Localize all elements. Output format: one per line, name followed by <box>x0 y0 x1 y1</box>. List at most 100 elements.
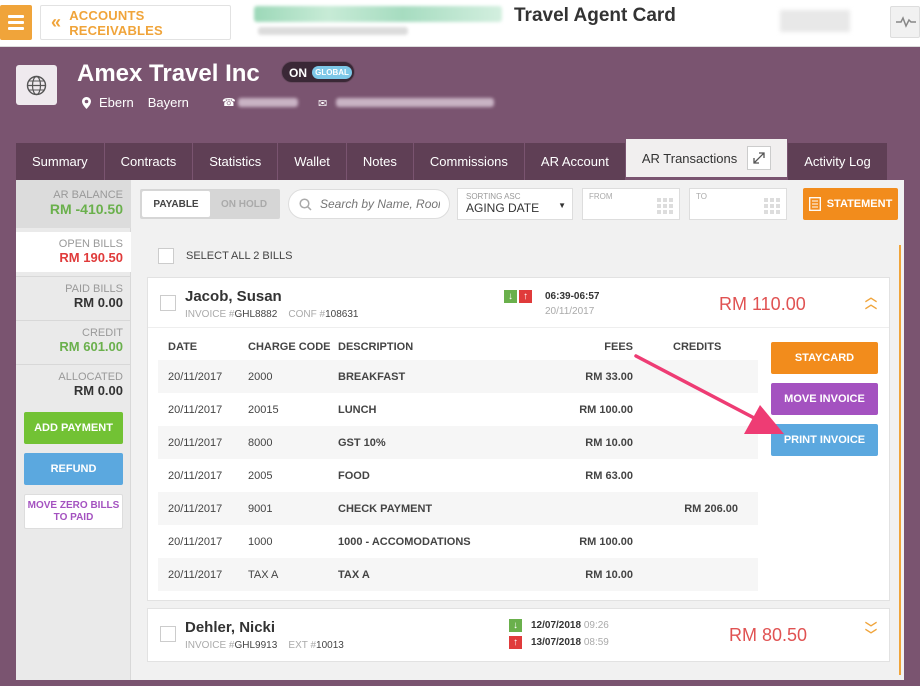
cell-date: 20/11/2017 <box>168 502 223 515</box>
cell-credits: RM 206.00 <box>684 502 738 515</box>
credit-value: RM 601.00 <box>59 339 123 354</box>
bill-header[interactable]: Dehler, Nicki INVOICE #GHL9913 EXT #1001… <box>148 609 889 659</box>
cell-date: 20/11/2017 <box>168 370 223 383</box>
cell-charge-code: 8000 <box>248 436 273 449</box>
print-invoice-button[interactable]: PRINT INVOICE <box>771 424 878 456</box>
cell-charge-code: 1000 <box>248 535 273 548</box>
tab-statistics[interactable]: Statistics <box>193 143 278 180</box>
document-icon <box>808 197 821 211</box>
table-row: 20/11/2017 8000 GST 10% RM 10.00 <box>158 426 758 459</box>
agent-location: Ebern Bayern <box>82 95 189 110</box>
credit-label: CREDIT <box>82 327 123 339</box>
table-body: 20/11/2017 2000 BREAKFAST RM 33.00 20/11/201… <box>158 360 758 591</box>
paid-bills-value: RM 0.00 <box>73 295 123 310</box>
ext-label: EXT # <box>288 640 317 651</box>
col-fees: FEES <box>604 341 633 353</box>
arrival-time: 09:26 <box>583 620 609 631</box>
guest-name: Dehler, Nicki <box>185 619 276 636</box>
cell-charge-code: TAX A <box>248 568 279 581</box>
tab-activity-log[interactable]: Activity Log <box>788 143 887 180</box>
bill-checkbox[interactable] <box>160 295 176 311</box>
cell-fees: RM 100.00 <box>579 403 633 416</box>
menu-button[interactable] <box>0 5 32 40</box>
charges-table: DATE CHARGE CODE DESCRIPTION FEES CREDIT… <box>158 334 758 591</box>
from-date-picker[interactable]: FROM <box>582 188 680 220</box>
allocated-value: RM 0.00 <box>73 383 123 398</box>
cell-date: 20/11/2017 <box>168 469 223 482</box>
mail-icon: ✉ <box>318 98 328 110</box>
agent-region: Bayern <box>147 95 189 110</box>
open-bills-filter[interactable]: OPEN BILLS RM 190.50 <box>16 232 131 272</box>
location-pin-icon <box>82 96 91 109</box>
arrival-datetime: 12/07/2018 09:26 <box>531 620 609 631</box>
tab-ar-account[interactable]: AR Account <box>524 143 625 180</box>
ar-balance-value: RM -410.50 <box>49 201 123 217</box>
add-payment-button[interactable]: ADD PAYMENT <box>24 412 123 444</box>
refund-button[interactable]: REFUND <box>24 453 123 485</box>
back-to-accounts-receivables-button[interactable]: « ACCOUNTS RECEIVABLES <box>40 5 231 40</box>
agent-city: Ebern <box>99 95 134 110</box>
tab-summary[interactable]: Summary <box>16 143 104 180</box>
select-all-bills[interactable]: SELECT ALL 2 BILLS <box>158 248 292 264</box>
menu-icon <box>8 15 24 18</box>
departure-arrow-icon: ↑ <box>509 636 522 649</box>
table-row: 20/11/2017 2005 FOOD RM 63.00 <box>158 459 758 492</box>
activity-button[interactable] <box>890 6 920 38</box>
statement-button[interactable]: STATEMENT <box>803 188 898 220</box>
sort-dropdown[interactable]: SORTING ASC AGING DATE ▼ <box>457 188 573 220</box>
departure-date: 13/07/2018 <box>531 637 582 648</box>
invoice-number: GHL8882 <box>234 309 278 320</box>
table-row: 20/11/2017 1000 1000 - ACCOMODATIONS RM 100… <box>158 525 758 558</box>
global-toggle[interactable]: ON GLOBAL <box>281 61 355 83</box>
arrival-arrow-icon: ↓ <box>509 619 522 632</box>
tab-ar-transactions[interactable]: AR Transactions <box>625 139 788 177</box>
cell-charge-code: 2000 <box>248 370 273 383</box>
conf-label: CONF # <box>288 309 326 320</box>
col-credits: CREDITS <box>673 341 722 353</box>
cell-fees: RM 10.00 <box>585 568 633 581</box>
bill-amount: RM 110.00 <box>719 294 806 314</box>
cell-description: FOOD <box>338 469 370 482</box>
to-date-picker[interactable]: TO <box>689 188 787 220</box>
scrollbar[interactable] <box>899 245 901 675</box>
email-redacted <box>336 98 494 107</box>
cell-description: LUNCH <box>338 403 377 416</box>
sort-label: SORTING ASC <box>466 192 521 201</box>
search-input[interactable] <box>320 197 440 211</box>
on-hold-option[interactable]: ON HOLD <box>210 191 278 217</box>
departure-datetime: 13/07/2018 08:59 <box>531 637 609 648</box>
allocated-filter[interactable]: ALLOCATED RM 0.00 <box>16 364 131 404</box>
search-box[interactable] <box>288 189 450 219</box>
cell-fees: RM 100.00 <box>579 535 633 548</box>
move-invoice-button[interactable]: MOVE INVOICE <box>771 383 878 415</box>
expand-icon[interactable] <box>747 146 772 170</box>
allocated-label: ALLOCATED <box>58 371 123 383</box>
tab-contracts[interactable]: Contracts <box>104 143 193 180</box>
col-charge-code: CHARGE CODE <box>248 341 331 353</box>
move-zero-bills-button[interactable]: MOVE ZERO BILLS TO PAID <box>24 494 123 529</box>
cell-description: TAX A <box>338 568 370 581</box>
bill-header[interactable]: Jacob, Susan INVOICE #GHL8882 CONF #1086… <box>148 278 889 328</box>
expand-chevron-icon[interactable]: ﹀ ﹀ <box>865 622 877 641</box>
statement-label: STATEMENT <box>826 198 893 210</box>
ar-balance-label: AR BALANCE <box>53 189 123 201</box>
staycard-button[interactable]: STAYCARD <box>771 342 878 374</box>
tab-wallet[interactable]: Wallet <box>278 143 346 180</box>
agent-name: Amex Travel Inc <box>77 60 260 87</box>
cell-description: BREAKFAST <box>338 370 406 383</box>
paid-bills-filter[interactable]: PAID BILLS RM 0.00 <box>16 276 131 316</box>
toggle-on-label: ON <box>289 66 307 80</box>
bill-checkbox[interactable] <box>160 626 176 642</box>
ext-number: 10013 <box>316 640 344 651</box>
credit-filter[interactable]: CREDIT RM 601.00 <box>16 320 131 360</box>
page-title: Travel Agent Card <box>514 5 676 26</box>
cell-date: 20/11/2017 <box>168 403 223 416</box>
payable-option[interactable]: PAYABLE <box>142 191 210 217</box>
collapse-chevron-icon[interactable]: ︿ ︿ <box>865 291 877 310</box>
select-all-checkbox[interactable] <box>158 248 174 264</box>
bill-card: Dehler, Nicki INVOICE #GHL9913 EXT #1001… <box>147 608 890 662</box>
stay-time: 06:39-06:57 <box>545 291 600 302</box>
tab-notes[interactable]: Notes <box>346 143 413 180</box>
cell-date: 20/11/2017 <box>168 535 223 548</box>
tab-commissions[interactable]: Commissions <box>413 143 524 180</box>
